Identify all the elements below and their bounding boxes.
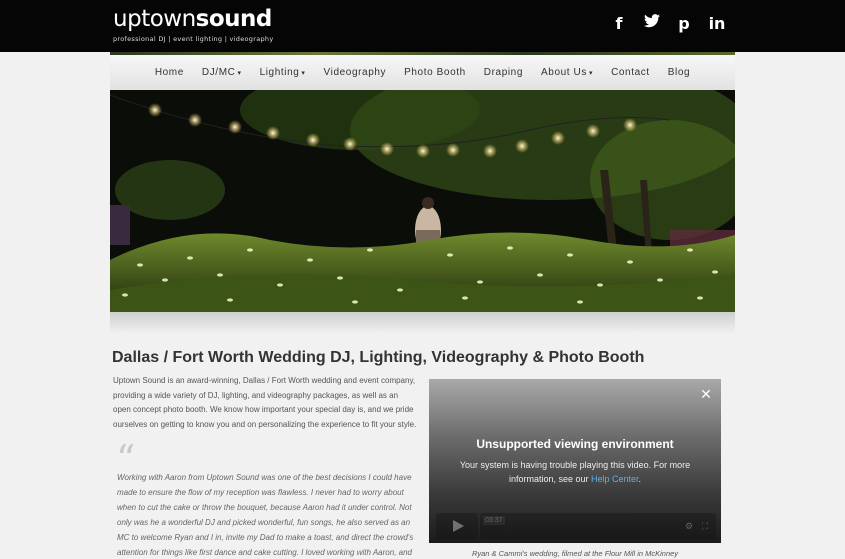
nav-item-blog[interactable]: Blog [659,67,699,78]
nav-item-photo-booth[interactable]: Photo Booth [395,67,475,78]
nav-items: Home DJ/MC ▾ Lighting ▾ Videography Photo … [110,55,735,90]
intro-paragraph: Uptown Sound is an award-winning, Dallas… [113,376,417,429]
twitter-icon[interactable] [642,14,662,34]
logo-wordmark: uptownsound [113,6,272,32]
video-controls: 03:37 ⚙ ⛶ [434,511,716,541]
uptown-sound-logo[interactable]: uptownsound professional DJ | event ligh… [113,7,273,43]
nav-item-dj-mc[interactable]: DJ/MC ▾ [193,67,251,78]
main-nav: Home DJ/MC ▾ Lighting ▾ Videography Photo … [110,52,735,90]
video-player[interactable]: ✕ Unsupported viewing environment Your s… [429,379,721,543]
play-icon[interactable] [436,513,478,539]
logo-tagline: professional DJ | event lighting | video… [113,35,274,43]
nav-item-contact[interactable]: Contact [602,67,659,78]
hero-shadow [110,312,735,334]
nav-item-draping[interactable]: Draping [475,67,532,78]
facebook-icon[interactable]: f [609,14,629,34]
settings-icon[interactable]: ⚙ [685,521,693,532]
linkedin-icon[interactable]: in [707,14,727,34]
chevron-down-icon: ▾ [237,70,242,77]
nav-item-lighting[interactable]: Lighting ▾ [251,67,315,78]
nav-item-videography[interactable]: Videography [315,67,396,78]
chevron-down-icon: ▾ [588,70,594,77]
video-error-title: Unsupported viewing environment [476,437,674,451]
video-timecode: 03:37 [483,516,505,525]
fullscreen-icon[interactable]: ⛶ [702,521,708,532]
video-progress-bar[interactable]: 03:37 ⚙ ⛶ [480,513,716,539]
nav-item-home[interactable]: Home [146,67,193,78]
help-center-link[interactable]: Help Center [591,474,639,484]
close-icon[interactable]: ✕ [699,387,713,401]
nav-item-about-us[interactable]: About Us ▾ [532,67,602,78]
chevron-down-icon: ▾ [301,70,306,77]
top-bar: uptownsound professional DJ | event ligh… [0,0,845,52]
testimonial-text: Working with Aaron from Uptown Sound was… [117,473,414,557]
video-error-message: Your system is having trouble playing th… [459,460,691,484]
pinterest-icon[interactable]: p [674,14,694,34]
video-caption: Ryan & Cammi's wedding, filmed at the Fl… [471,549,679,558]
hero-image [110,90,735,312]
page-title: Dallas / Fort Worth Wedding DJ, Lighting… [112,349,645,366]
